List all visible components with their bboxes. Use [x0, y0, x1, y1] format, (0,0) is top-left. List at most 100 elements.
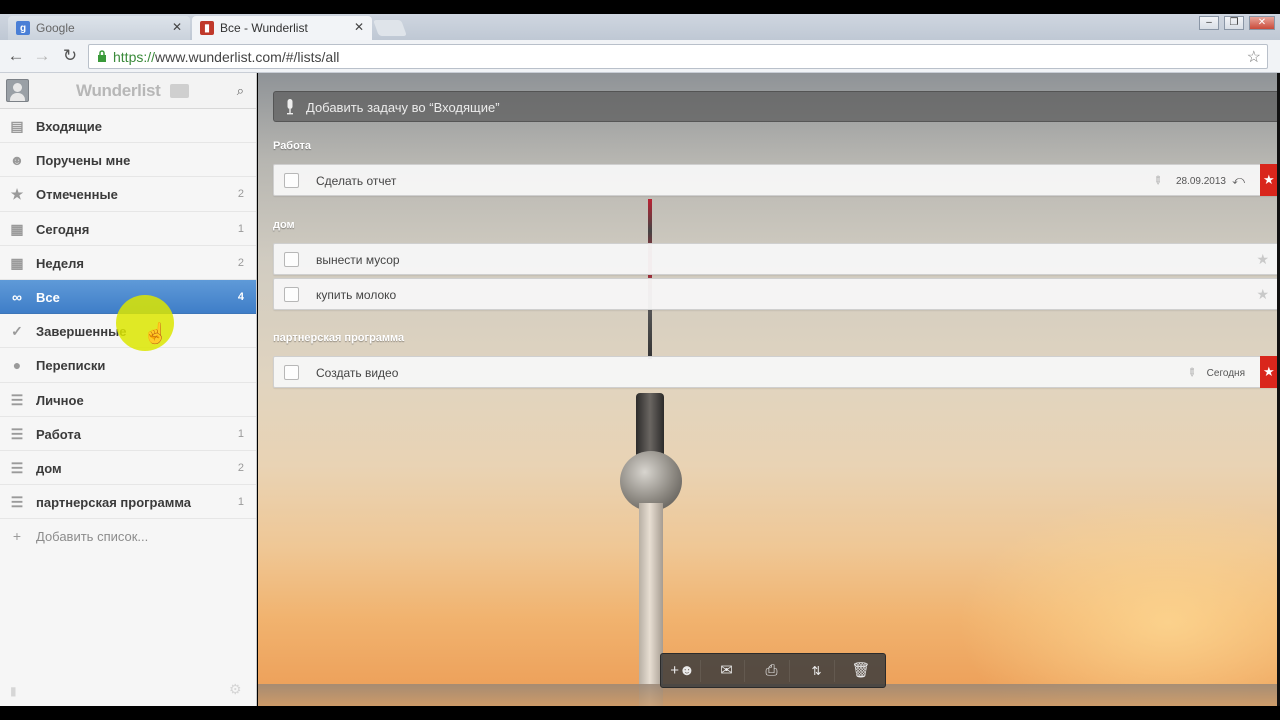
- speech-bubble-icon: ●: [12, 357, 22, 374]
- lock-icon: [98, 50, 106, 62]
- sidebar-item-count: 1: [237, 427, 244, 440]
- reload-icon[interactable]: ↻: [60, 46, 80, 66]
- list-icon: ☰: [10, 391, 24, 408]
- url-text: https://www.wunderlist.com/#/lists/all: [113, 49, 339, 65]
- assigned-icon: ☻: [9, 152, 25, 169]
- sidebar-item-conversations[interactable]: ● Переписки: [0, 348, 256, 383]
- sidebar-item-assigned[interactable]: ☻ Поручены мне: [0, 143, 256, 178]
- task-checkbox[interactable]: [284, 365, 299, 380]
- screen: g Google ✕ ▮ Все - Wunderlist ✕ – ❐ ✕ ← …: [0, 0, 1280, 720]
- tab-label: Google: [36, 21, 75, 35]
- print-icon[interactable]: ⎙: [754, 660, 790, 682]
- trash-icon[interactable]: 🗑: [843, 660, 879, 682]
- add-list-label: Добавить список...: [36, 529, 149, 545]
- sidebar-item-label: Переписки: [36, 358, 106, 374]
- list-icon: ☰: [10, 459, 24, 476]
- email-icon[interactable]: ✉: [709, 660, 745, 682]
- checkmark-icon: ✓: [11, 323, 23, 340]
- gear-icon[interactable]: ⚙: [229, 681, 242, 698]
- share-list-icon[interactable]: +☻: [665, 660, 701, 682]
- sidebar-item-week[interactable]: ▦ Неделя 2: [0, 246, 256, 280]
- sort-icon[interactable]: ⇅: [799, 660, 835, 682]
- pin-icon: ✎: [1149, 173, 1165, 189]
- sidebar-item-count: 2: [237, 461, 244, 474]
- repeat-icon: ⤺: [1232, 173, 1245, 187]
- sidebar-item-label: Сегодня: [36, 221, 90, 237]
- search-icon[interactable]: ⌕: [237, 83, 244, 99]
- hand-cursor-icon: ☝: [143, 323, 168, 345]
- calendar-day-icon: ▦: [10, 220, 24, 237]
- tv-tower-sphere: [620, 451, 682, 511]
- section-title: дом: [273, 219, 295, 231]
- app-logo: Wunderlist: [76, 81, 161, 100]
- task-checkbox[interactable]: [284, 252, 299, 267]
- inbox-icon: ▤: [10, 118, 24, 134]
- sidebar-item-label: Все: [36, 289, 60, 305]
- sidebar-item-count: 4: [237, 290, 244, 303]
- maximize-button[interactable]: ❐: [1224, 16, 1244, 30]
- close-window-button[interactable]: ✕: [1249, 16, 1275, 30]
- task-row[interactable]: Создать видео ✎ Сегодня: [273, 356, 1280, 388]
- sidebar-item-label: Завершенные: [36, 324, 127, 340]
- sidebar-item-label: Входящие: [36, 119, 102, 134]
- star-icon[interactable]: ★: [1256, 251, 1269, 268]
- task-checkbox[interactable]: [284, 173, 299, 188]
- wunderlist-icon: ▮: [200, 21, 214, 35]
- tab-google[interactable]: g Google ✕: [8, 16, 190, 40]
- list-icon: ☰: [10, 425, 24, 442]
- pin-icon: ✎: [1183, 365, 1199, 381]
- notifications-icon[interactable]: [170, 84, 189, 98]
- calendar-week-icon: ▦: [10, 254, 24, 271]
- sidebar-item-label: Личное: [36, 392, 84, 408]
- sunset-glow: [958, 493, 1280, 706]
- add-task-input[interactable]: Добавить задачу во “Входящие”: [273, 91, 1280, 122]
- sidebar-item-count: 2: [237, 256, 244, 269]
- avatar[interactable]: [6, 79, 29, 102]
- plus-icon: +: [12, 528, 22, 545]
- sidebar-item-label: Работа: [36, 426, 81, 442]
- sidebar-item-work[interactable]: ☰ Работа 1: [0, 417, 256, 451]
- add-task-placeholder: Добавить задачу во “Входящие”: [306, 100, 500, 115]
- sidebar-item-today[interactable]: ▦ Сегодня 1: [0, 212, 256, 246]
- sidebar: Wunderlist ⌕ ▤ Входящие ☻ Поручены мне ★…: [0, 73, 257, 706]
- sidebar-item-personal[interactable]: ☰ Личное: [0, 383, 256, 417]
- forward-icon[interactable]: →: [32, 46, 52, 66]
- task-row[interactable]: вынести мусор ★: [273, 243, 1280, 275]
- infinity-icon: ∞: [12, 288, 22, 305]
- star-icon: ★: [10, 186, 24, 203]
- google-icon: g: [16, 21, 30, 35]
- url-scheme: https://: [113, 49, 156, 65]
- close-tab-icon[interactable]: ✕: [354, 20, 364, 34]
- add-list-button[interactable]: + Добавить список...: [0, 519, 256, 553]
- new-tab-button[interactable]: [373, 20, 407, 36]
- bookmark-star-icon[interactable]: ☆: [1247, 47, 1261, 67]
- sidebar-item-label: Поручены мне: [36, 153, 131, 169]
- star-icon[interactable]: ★: [1256, 286, 1269, 303]
- task-title: купить молоко: [316, 288, 397, 302]
- minimize-button[interactable]: –: [1199, 16, 1219, 30]
- tab-wunderlist[interactable]: ▮ Все - Wunderlist ✕: [192, 16, 372, 40]
- back-icon[interactable]: ←: [6, 46, 26, 66]
- list-actions-toolbar: +☻ ✉ ⎙ ⇅ 🗑: [660, 653, 886, 688]
- url-path: www.wunderlist.com/#/lists/all: [155, 49, 340, 65]
- sidebar-item-inbox[interactable]: ▤ Входящие: [0, 109, 256, 144]
- trash-icon[interactable]: ▮: [10, 684, 17, 698]
- wunderlist-app: Wunderlist ⌕ ▤ Входящие ☻ Поручены мне ★…: [0, 73, 1280, 706]
- task-due-date: 28.09.2013: [1175, 176, 1226, 187]
- task-checkbox[interactable]: [284, 287, 299, 302]
- sidebar-item-starred[interactable]: ★ Отмеченные 2: [0, 177, 256, 212]
- browser-tab-bar: g Google ✕ ▮ Все - Wunderlist ✕ – ❐ ✕: [0, 14, 1280, 40]
- sidebar-header: Wunderlist ⌕: [0, 73, 256, 109]
- task-row[interactable]: Сделать отчет ✎ 28.09.2013 ⤺: [273, 164, 1280, 196]
- sidebar-item-home[interactable]: ☰ дом 2: [0, 451, 256, 486]
- sidebar-item-label: Неделя: [36, 255, 84, 271]
- section-title: Работа: [273, 140, 312, 152]
- microphone-icon[interactable]: [286, 99, 294, 115]
- sidebar-item-partner-program[interactable]: ☰ партнерская программа 1: [0, 485, 256, 520]
- tab-label: Все - Wunderlist: [220, 21, 308, 35]
- main-content: Добавить задачу во “Входящие” Работа Сде…: [258, 73, 1280, 706]
- task-row[interactable]: купить молоко ★: [273, 278, 1280, 310]
- close-tab-icon[interactable]: ✕: [172, 20, 182, 34]
- section-title: партнерская программа: [273, 332, 405, 344]
- address-bar[interactable]: https://www.wunderlist.com/#/lists/all ☆: [88, 44, 1268, 69]
